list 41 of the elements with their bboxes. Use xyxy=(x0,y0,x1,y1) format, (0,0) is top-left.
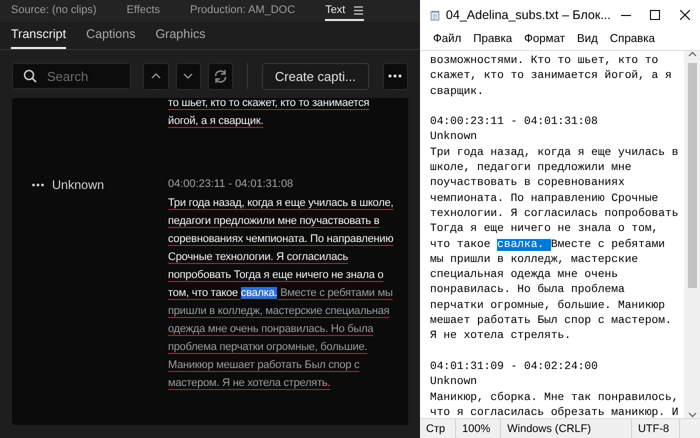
chevron-down-icon xyxy=(182,71,194,81)
menu-item[interactable]: Справка xyxy=(604,33,661,45)
menu-item[interactable]: Формат xyxy=(518,33,571,45)
more-icon xyxy=(388,73,402,79)
scroll-up-icon xyxy=(688,51,696,57)
window-title: 04_Adelina_subs.txt – Блок... xyxy=(446,8,611,22)
search-box[interactable]: Search xyxy=(12,63,132,89)
menu-item[interactable]: Правка xyxy=(467,33,518,45)
search-icon xyxy=(23,69,37,83)
panel-tab[interactable]: Effects xyxy=(126,1,160,21)
panel-tab[interactable]: Text xyxy=(325,1,364,21)
menu-icon xyxy=(353,4,364,16)
status-item: Стр xyxy=(420,419,456,438)
close-icon xyxy=(680,10,690,20)
status-item: Windows (CRLF) xyxy=(501,419,632,438)
panel-tab[interactable]: Source: (no clips) xyxy=(11,1,97,21)
sub-tab[interactable]: Transcript xyxy=(11,27,66,49)
refresh-icon xyxy=(212,68,228,84)
status-item: UTF-8 xyxy=(632,419,680,438)
speaker-label[interactable]: Unknown xyxy=(52,178,104,192)
more-button[interactable] xyxy=(382,62,408,90)
previous-button[interactable] xyxy=(143,62,169,90)
more-icon xyxy=(32,183,44,187)
menu-item[interactable]: Файл xyxy=(427,33,468,45)
chevron-up-icon xyxy=(150,71,162,81)
status-item: 100% xyxy=(456,419,502,438)
menu-item[interactable]: Вид xyxy=(571,33,604,45)
refresh-button[interactable] xyxy=(208,62,233,90)
timecode: 04:00:23:11 - 04:01:31:08 xyxy=(168,177,294,192)
scroll-down-icon xyxy=(688,412,696,418)
scrollbar-thumb[interactable] xyxy=(688,63,696,288)
transcript-text: Три года назад, когда я еще училась в школе, педагоги предложили мне поучаствовать в соревнованиях чемпионата. По направлению Срочные технологии. Я согласилась попробовать Тогда я еще ничего не знала о том, что такое свалка. Вместе с ребятами мы пришли в колледж, мастерские специальная одежда мне очень понравилась. Но была проблема перчатки огромные, большие. Маникюр мешает работать Был спор с мастером. Я не хотела стрелять. xyxy=(168,196,394,391)
text-editor[interactable]: возможностями. Кто то шьет, кто то скажет, кто то занимается йогой, а я сварщик. 04:00:23:11 - 04:01:31:08 Unknown Три года назад, когда я еще училась в школе, педагоги предложили мне поучаствовать в соревнованиях чемпионата. По направлению Срочные технологии. Я согласилась попробовать Тогда я еще ничего не знала о том, что такое свалка. Вместе с ребятами мы пришли в колледж, мастерские специальная одежда мне очень понравилась. Но была проблема перчатки огромные, большие. Маникюр мешает работать Был спор с мастером. Я не хотела стрелять. 04:01:31:09 - 04:02:24:00 Unknown Маникюр, сборка. Мне так понравилось, что я согласилась обрезать маникюр. И xyxy=(420,51,684,418)
search-field[interactable]: Search xyxy=(47,68,127,84)
create-captions-button[interactable]: Create capti... xyxy=(262,62,369,90)
maximize-icon xyxy=(650,10,660,20)
sub-tab[interactable]: Captions xyxy=(86,27,136,49)
panel-tab[interactable]: Production: AM_DOC xyxy=(190,1,296,21)
transcript-text: то шьет, кто то скажет, кто то занимается йогой, а я сварщик. xyxy=(168,98,370,129)
sub-tab[interactable]: Graphics xyxy=(155,27,206,49)
next-button[interactable] xyxy=(176,62,201,90)
